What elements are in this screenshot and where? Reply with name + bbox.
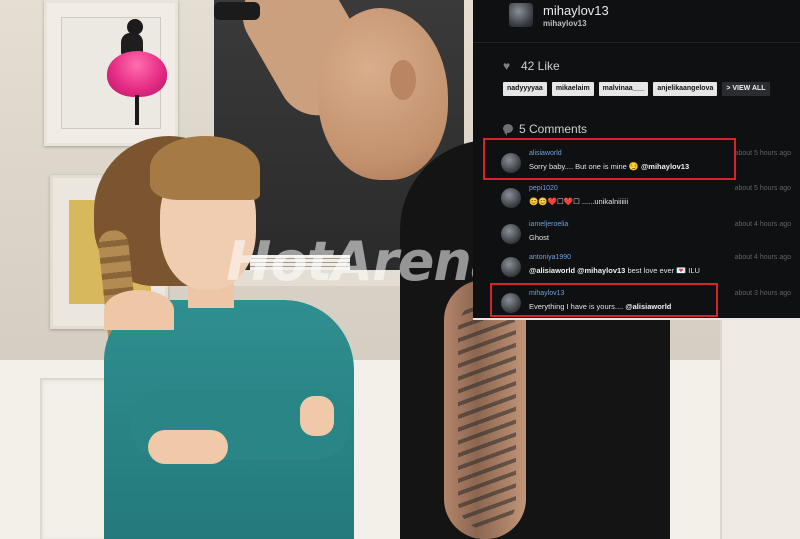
man-ear (390, 60, 416, 100)
view-all-likes-button[interactable]: > VIEW ALL (722, 82, 770, 96)
profile-avatar[interactable] (509, 3, 533, 27)
tattoo-pattern (458, 300, 516, 530)
speech-bubble-icon (503, 124, 513, 136)
commenter-avatar[interactable] (501, 188, 521, 208)
envelope-emoji: 💌 (676, 266, 687, 275)
commenter-avatar[interactable] (501, 257, 521, 277)
highlight-box-first-comment (483, 138, 736, 180)
likes-count: 42 Like (521, 59, 560, 73)
ballerina-picture-frame (44, 0, 178, 146)
woman-bangs (150, 136, 260, 200)
commenter-avatar[interactable] (501, 224, 521, 244)
comment-username[interactable]: iameljeroelia (529, 221, 568, 228)
profile-username[interactable]: mihaylov13 (543, 3, 609, 18)
comment-text: Ghost (529, 233, 550, 242)
comment-item: iameljeroelia about 4 hours ago Ghost (501, 221, 791, 251)
comment-time: about 4 hours ago (734, 254, 791, 261)
heart-icon[interactable]: ♥ (503, 60, 515, 72)
profile-subname[interactable]: mihaylov13 (543, 19, 587, 28)
comment-time: about 5 hours ago (734, 150, 791, 157)
liker-tag[interactable]: malvinaa___ (598, 82, 649, 96)
liker-tag[interactable]: mikaelaim (551, 82, 594, 96)
comment-text: 😊😊❤️☐❤️☐ ......unikalniiiiii (529, 197, 629, 206)
highlight-box-reply-comment (490, 283, 718, 317)
likers-list: nadyyyyaa mikaelaim malvinaa___ anjelika… (503, 82, 770, 96)
mention-link[interactable]: @mihaylov13 (577, 266, 625, 275)
comment-username[interactable]: antoniya1990 (529, 254, 571, 261)
liker-tag[interactable]: anjelikaangelova (653, 82, 718, 96)
comment-item: antoniya1990 about 4 hours ago @alisiawo… (501, 254, 791, 284)
woman-hand (148, 430, 228, 464)
comment-text: @alisiaworld @mihaylov13 best love ever … (529, 266, 700, 275)
comment-time: about 4 hours ago (734, 221, 791, 228)
man-head (318, 8, 448, 180)
panel-edge (473, 318, 800, 320)
mention-link[interactable]: @alisiaworld (529, 266, 575, 275)
woman-hand-right (300, 396, 334, 436)
comment-time: about 3 hours ago (734, 290, 791, 297)
comments-count: 5 Comments (519, 122, 588, 136)
post-header: mihaylov13 mihaylov13 (473, 0, 800, 43)
right-wall (720, 300, 800, 539)
comment-username[interactable]: pepi1020 (529, 185, 558, 192)
comment-item: pepi1020 about 5 hours ago 😊😊❤️☐❤️☐ ....… (501, 185, 791, 215)
liker-tag[interactable]: nadyyyyaa (503, 82, 547, 96)
wristwatch (214, 2, 260, 20)
comment-time: about 5 hours ago (734, 185, 791, 192)
woman-shoulder (104, 290, 174, 330)
